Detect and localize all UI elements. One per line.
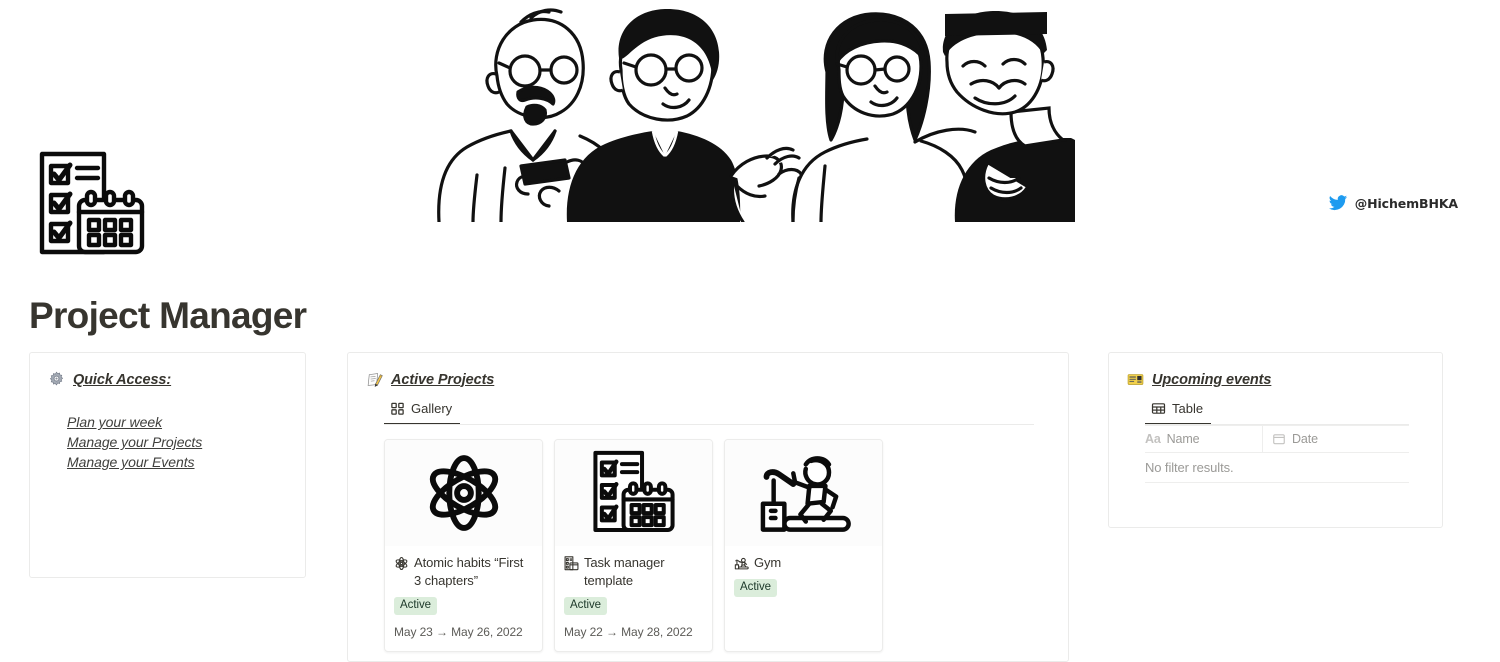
active-projects-panel: Active Projects Gallery Atomic habits “F… xyxy=(347,352,1069,662)
card-title: Atomic habits “First 3 chapters” xyxy=(394,554,533,590)
table-column-date[interactable]: Date xyxy=(1263,426,1409,452)
treadmill-runner-icon xyxy=(760,456,851,532)
quick-link-manage-your-projects[interactable]: Manage your Projects xyxy=(67,432,305,452)
calendar-type-icon xyxy=(1272,432,1286,446)
status-badge: Active xyxy=(734,579,778,597)
tab-table[interactable]: Table xyxy=(1145,398,1212,425)
card-body: Atomic habits “First 3 chapters” Active … xyxy=(385,546,542,651)
table-empty-message: No filter results. xyxy=(1145,453,1409,483)
card-title-text: Task manager template xyxy=(584,555,665,588)
card-title: Task manager template xyxy=(564,554,703,590)
table-column-date-label: Date xyxy=(1292,432,1319,446)
quick-access-header: Quick Access: xyxy=(30,353,305,388)
memo-pencil-icon xyxy=(366,371,383,388)
gallery-card[interactable]: Task manager template Active May 22 → Ma… xyxy=(554,439,713,652)
card-title-text: Gym xyxy=(754,555,782,570)
page-title[interactable]: Project Manager xyxy=(29,294,307,338)
upcoming-events-title: Upcoming events xyxy=(1152,371,1272,388)
quick-access-title: Quick Access: xyxy=(73,371,172,388)
upcoming-events-header: Upcoming events xyxy=(1109,353,1442,388)
upcoming-events-panel: Upcoming events Table Aa Name Date No fi… xyxy=(1108,352,1443,528)
card-date: May 22 → May 28, 2022 xyxy=(564,625,693,639)
page-columns: Quick Access: Plan your week Manage your… xyxy=(0,352,1500,662)
table-header-row: Aa Name Date xyxy=(1145,425,1409,453)
table-column-name-label: Name xyxy=(1166,432,1200,446)
quick-link-manage-your-events[interactable]: Manage your Events xyxy=(67,452,305,472)
atom-icon xyxy=(394,556,409,571)
card-body: Task manager template Active May 22 → Ma… xyxy=(555,546,712,651)
tab-table-label: Table xyxy=(1172,401,1204,416)
quick-link-plan-your-week[interactable]: Plan your week xyxy=(67,412,305,432)
card-cover xyxy=(385,440,542,546)
upcoming-events-view-tabs: Table xyxy=(1145,398,1442,425)
checklist-calendar-icon xyxy=(592,450,675,532)
card-title-text: Atomic habits “First 3 chapters” xyxy=(414,555,524,588)
page-icon[interactable] xyxy=(36,148,148,260)
gear-icon xyxy=(48,371,65,388)
quick-access-links: Plan your week Manage your Projects Mana… xyxy=(30,388,305,472)
active-projects-title: Active Projects xyxy=(391,371,495,388)
tab-gallery[interactable]: Gallery xyxy=(384,398,461,425)
cover-credit: @HichemBHKA xyxy=(1328,193,1458,213)
table-column-name[interactable]: Aa Name xyxy=(1145,426,1263,452)
page-cover: @HichemBHKA xyxy=(0,0,1500,222)
card-cover xyxy=(555,440,712,546)
card-body: Gym Active xyxy=(725,546,882,633)
treadmill-runner-icon xyxy=(734,556,749,571)
project-gallery: Atomic habits “First 3 chapters” Active … xyxy=(348,425,1068,652)
status-badge: Active xyxy=(564,597,608,615)
quick-access-panel: Quick Access: Plan your week Manage your… xyxy=(29,352,306,578)
twitter-handle: @HichemBHKA xyxy=(1354,195,1458,211)
atom-icon xyxy=(429,455,498,531)
twitter-bird-icon xyxy=(1328,193,1348,213)
status-badge: Active xyxy=(394,597,438,615)
card-cover xyxy=(725,440,882,546)
cover-illustration xyxy=(415,0,1075,222)
gallery-grid-icon xyxy=(390,401,405,416)
tabs-divider xyxy=(1145,424,1409,425)
gallery-card[interactable]: Gym Active xyxy=(724,439,883,652)
text-type-icon: Aa xyxy=(1145,432,1161,446)
table-grid-icon xyxy=(1151,401,1166,416)
card-date: May 23 → May 26, 2022 xyxy=(394,625,523,639)
gallery-card[interactable]: Atomic habits “First 3 chapters” Active … xyxy=(384,439,543,652)
card-title: Gym xyxy=(734,554,873,572)
tab-gallery-label: Gallery xyxy=(411,401,453,416)
card-date xyxy=(734,606,873,622)
active-projects-view-tabs: Gallery xyxy=(384,398,1068,425)
active-projects-header: Active Projects xyxy=(348,353,1068,388)
checklist-calendar-icon xyxy=(564,556,579,571)
ticket-icon xyxy=(1127,371,1144,388)
events-table: Aa Name Date No filter results. xyxy=(1145,425,1409,483)
tabs-divider xyxy=(384,424,1034,425)
